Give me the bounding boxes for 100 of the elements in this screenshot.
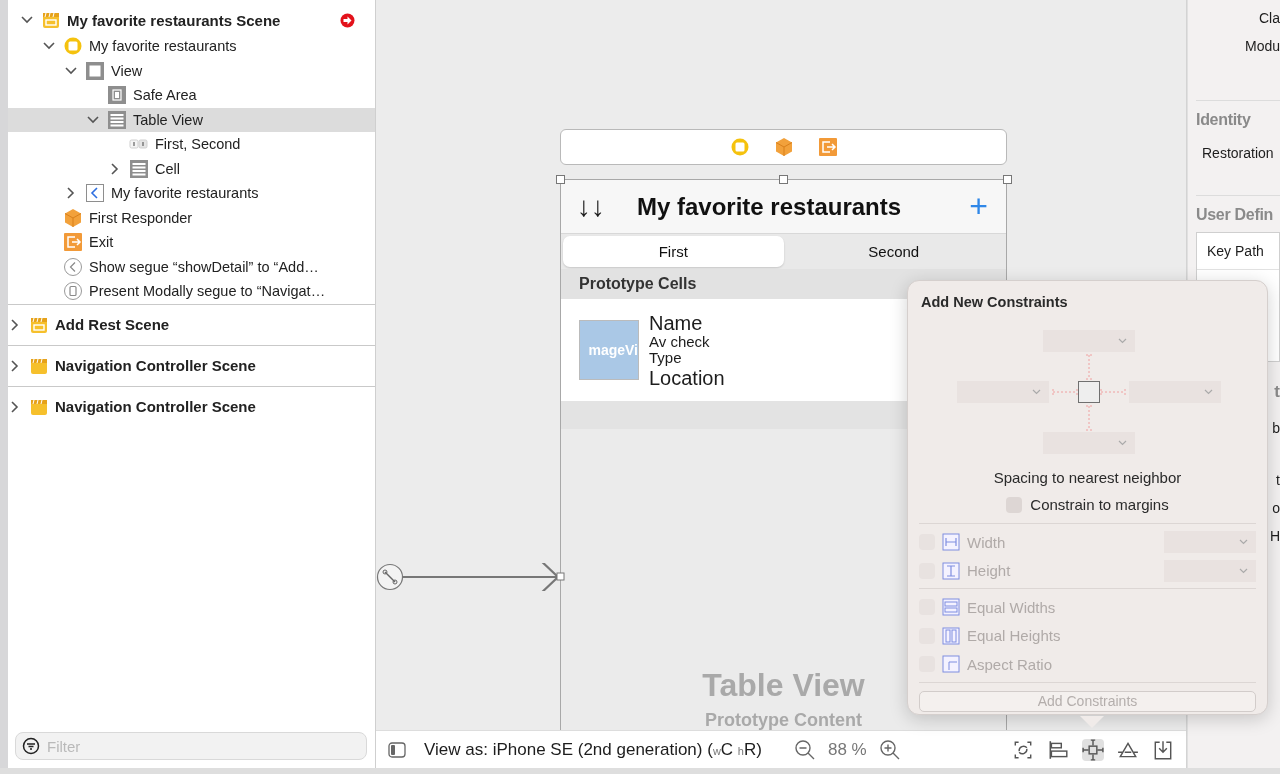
filter-field[interactable]: Filter	[15, 732, 367, 760]
outline-item[interactable]: Navigation Controller Scene	[8, 344, 375, 386]
spacing-line	[1099, 388, 1126, 396]
field-label: Cla	[1258, 9, 1280, 28]
equal-widths-icon	[942, 598, 960, 617]
field-label: o	[1272, 500, 1280, 516]
outline-item[interactable]: Show segue “showDetail” to “Add…	[8, 254, 375, 279]
item-label: Navigation Controller Scene	[55, 398, 256, 415]
item-label: My favorite restaurants	[89, 38, 237, 55]
sidebar-toggle-icon[interactable]	[388, 741, 406, 758]
item-label: View	[111, 62, 143, 79]
device-label[interactable]: View as: iPhone SE (2nd generation)	[424, 739, 703, 760]
outline-item[interactable]: Present Modally segue to “Navigat…	[8, 279, 375, 304]
zoom-level: 88 %	[827, 739, 867, 760]
view-icon	[85, 60, 105, 81]
view-controller-icon	[729, 137, 750, 157]
column-header: Key Path	[1197, 233, 1279, 270]
spacing-line	[1084, 404, 1093, 431]
resize-handle[interactable]	[779, 175, 788, 184]
cell-label: Av check	[649, 333, 711, 350]
safe-area-icon	[107, 85, 127, 106]
outline-item[interactable]: My favorite restaurants	[8, 181, 375, 206]
outline-item[interactable]: First Responder	[8, 205, 375, 230]
item-label: Safe Area	[133, 87, 197, 104]
cube-icon	[773, 137, 794, 157]
placeholder-subtitle: Prototype Content	[704, 710, 863, 730]
constraint-label: Equal Widths	[967, 598, 1057, 616]
item-label: First, Second	[155, 136, 241, 153]
back-button-icon	[85, 183, 105, 204]
field-label: t	[1276, 472, 1280, 488]
scene-icon	[41, 10, 61, 30]
outline-item[interactable]: View	[8, 58, 375, 83]
constraint-label: Equal Heights	[967, 627, 1062, 645]
filter-icon	[22, 737, 40, 755]
outline-item[interactable]: My favorite restaurants Scene	[8, 6, 375, 34]
section-title: t	[1274, 382, 1280, 402]
segment[interactable]: Second	[783, 236, 1004, 267]
view-controller-icon	[63, 36, 83, 57]
item-label: Present Modally segue to “Navigat…	[89, 283, 326, 300]
table-view-icon	[107, 109, 127, 130]
item-label: My favorite restaurants	[111, 185, 259, 202]
exit-icon	[63, 232, 83, 253]
cell-icon	[129, 158, 149, 179]
nav-title: My favorite restaurants	[637, 192, 903, 221]
disclosure-chevron[interactable]	[64, 64, 78, 77]
segment[interactable]: First	[563, 236, 784, 267]
caret-icon	[1239, 539, 1248, 546]
item-label: First Responder	[89, 209, 193, 226]
segue-icon	[63, 256, 83, 277]
equal-heights-icon	[942, 626, 960, 645]
constraint-label: Height	[967, 562, 1012, 580]
item-label: Navigation Controller Scene	[55, 357, 256, 374]
item-label: Add Rest Scene	[55, 316, 170, 333]
embed-icon[interactable]	[1152, 738, 1174, 761]
view-square	[1077, 381, 1100, 403]
sort-button[interactable]: ↓↓	[577, 190, 637, 223]
outline-item[interactable]: My favorite restaurants	[8, 34, 375, 59]
resize-handle[interactable]	[556, 175, 565, 184]
caret-icon	[1117, 440, 1127, 446]
field-label: b	[1272, 420, 1280, 436]
align-icon[interactable]	[1047, 738, 1069, 761]
cell-label: Type	[649, 350, 683, 367]
item-label: Table View	[133, 111, 203, 128]
outline-item[interactable]: Table View	[8, 107, 375, 132]
outline-item[interactable]: Exit	[8, 230, 375, 255]
cell-label: Location	[649, 366, 725, 389]
item-label: Cell	[155, 160, 180, 177]
spacing-line	[1084, 353, 1093, 380]
caret-icon	[1203, 389, 1213, 395]
outline-item[interactable]: Cell	[8, 156, 375, 181]
caption: Spacing to nearest neighbor	[992, 469, 1183, 486]
resize-handle[interactable]	[1003, 175, 1012, 184]
item-label: My favorite restaurants Scene	[67, 11, 281, 29]
field-label: Restoration	[1202, 145, 1275, 161]
caret-icon	[1031, 389, 1041, 395]
segue-icon	[63, 281, 83, 302]
caret-icon	[1117, 338, 1127, 344]
disclosure-chevron[interactable]	[20, 14, 34, 26]
add-constraints-icon[interactable]	[1082, 738, 1104, 761]
cube-icon	[63, 207, 83, 228]
cell-label: Name	[649, 311, 704, 334]
caret-icon	[1239, 567, 1248, 574]
zoom-in-icon[interactable]	[878, 738, 901, 761]
placeholder-title: Table View	[701, 667, 866, 704]
outline-item[interactable]: Add Rest Scene	[8, 303, 375, 345]
exit-icon	[817, 137, 838, 157]
width-icon	[942, 533, 960, 552]
field-label: Modu	[1243, 37, 1280, 56]
constraint-label: Width	[967, 533, 1007, 551]
checkbox-label: Constrain to margins	[1030, 496, 1169, 513]
item-label: Exit	[89, 234, 114, 251]
outline-item[interactable]: Navigation Controller Scene	[8, 385, 375, 427]
height-icon	[942, 561, 960, 580]
spacing-line	[1051, 388, 1078, 396]
outline-item[interactable]: Safe Area	[8, 83, 375, 108]
section-title: Identity	[1196, 111, 1252, 129]
zoom-out-icon[interactable]	[793, 738, 816, 761]
error-icon[interactable]	[340, 12, 355, 28]
disclosure-chevron[interactable]	[86, 113, 100, 126]
outline-item[interactable]: First, Second	[8, 132, 375, 157]
